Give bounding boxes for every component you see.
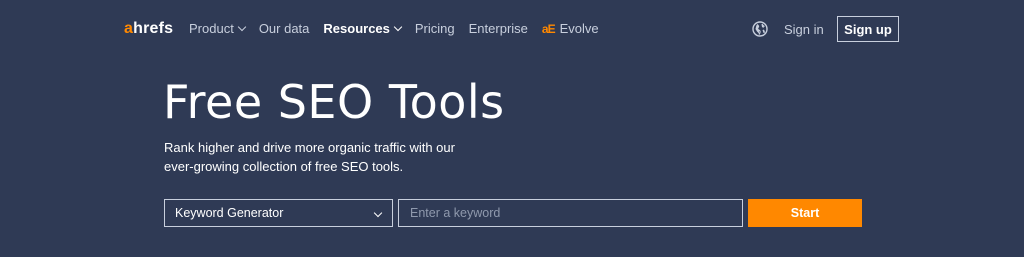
- chevron-down-icon: [393, 22, 403, 32]
- nav-evolve-label: Evolve: [559, 21, 599, 36]
- hero-subtitle: Rank higher and drive more organic traff…: [164, 140, 455, 174]
- nav-our-data-label: Our data: [258, 21, 310, 36]
- globe-icon[interactable]: [752, 21, 768, 37]
- nav-pricing-label: Pricing: [414, 21, 455, 36]
- nav-evolve[interactable]: aE Evolve: [542, 21, 599, 36]
- nav-resources-label: Resources: [323, 21, 390, 36]
- chevron-down-icon: [373, 208, 383, 218]
- start-button[interactable]: Start: [748, 199, 862, 227]
- nav-our-data[interactable]: Our data: [259, 21, 310, 36]
- sign-up-button[interactable]: Sign up: [837, 16, 899, 42]
- nav-enterprise[interactable]: Enterprise: [469, 21, 528, 36]
- nav-product[interactable]: Product: [189, 21, 247, 36]
- chevron-down-icon: [237, 22, 247, 32]
- nav-resources[interactable]: Resources: [323, 21, 403, 36]
- keyword-input[interactable]: [398, 199, 743, 227]
- ahrefs-logo[interactable]: ahrefs: [124, 20, 173, 38]
- top-nav: ahrefs Product Our data Resources Pricin…: [0, 0, 1024, 58]
- logo-letter-a: a: [124, 20, 134, 37]
- tool-select-value: Keyword Generator: [175, 206, 284, 220]
- nav-product-label: Product: [189, 21, 234, 36]
- tool-select[interactable]: Keyword Generator: [164, 199, 393, 227]
- logo-text: hrefs: [133, 20, 174, 37]
- sign-in-link[interactable]: Sign in: [784, 22, 824, 37]
- nav-pricing[interactable]: Pricing: [415, 21, 455, 36]
- evolve-logo-icon: aE: [541, 21, 556, 36]
- nav-enterprise-label: Enterprise: [468, 21, 528, 36]
- page: ahrefs Product Our data Resources Pricin…: [0, 0, 1024, 257]
- page-title: Free SEO Tools: [163, 75, 505, 129]
- nav-links: Product Our data Resources Pricing Enter…: [189, 21, 613, 36]
